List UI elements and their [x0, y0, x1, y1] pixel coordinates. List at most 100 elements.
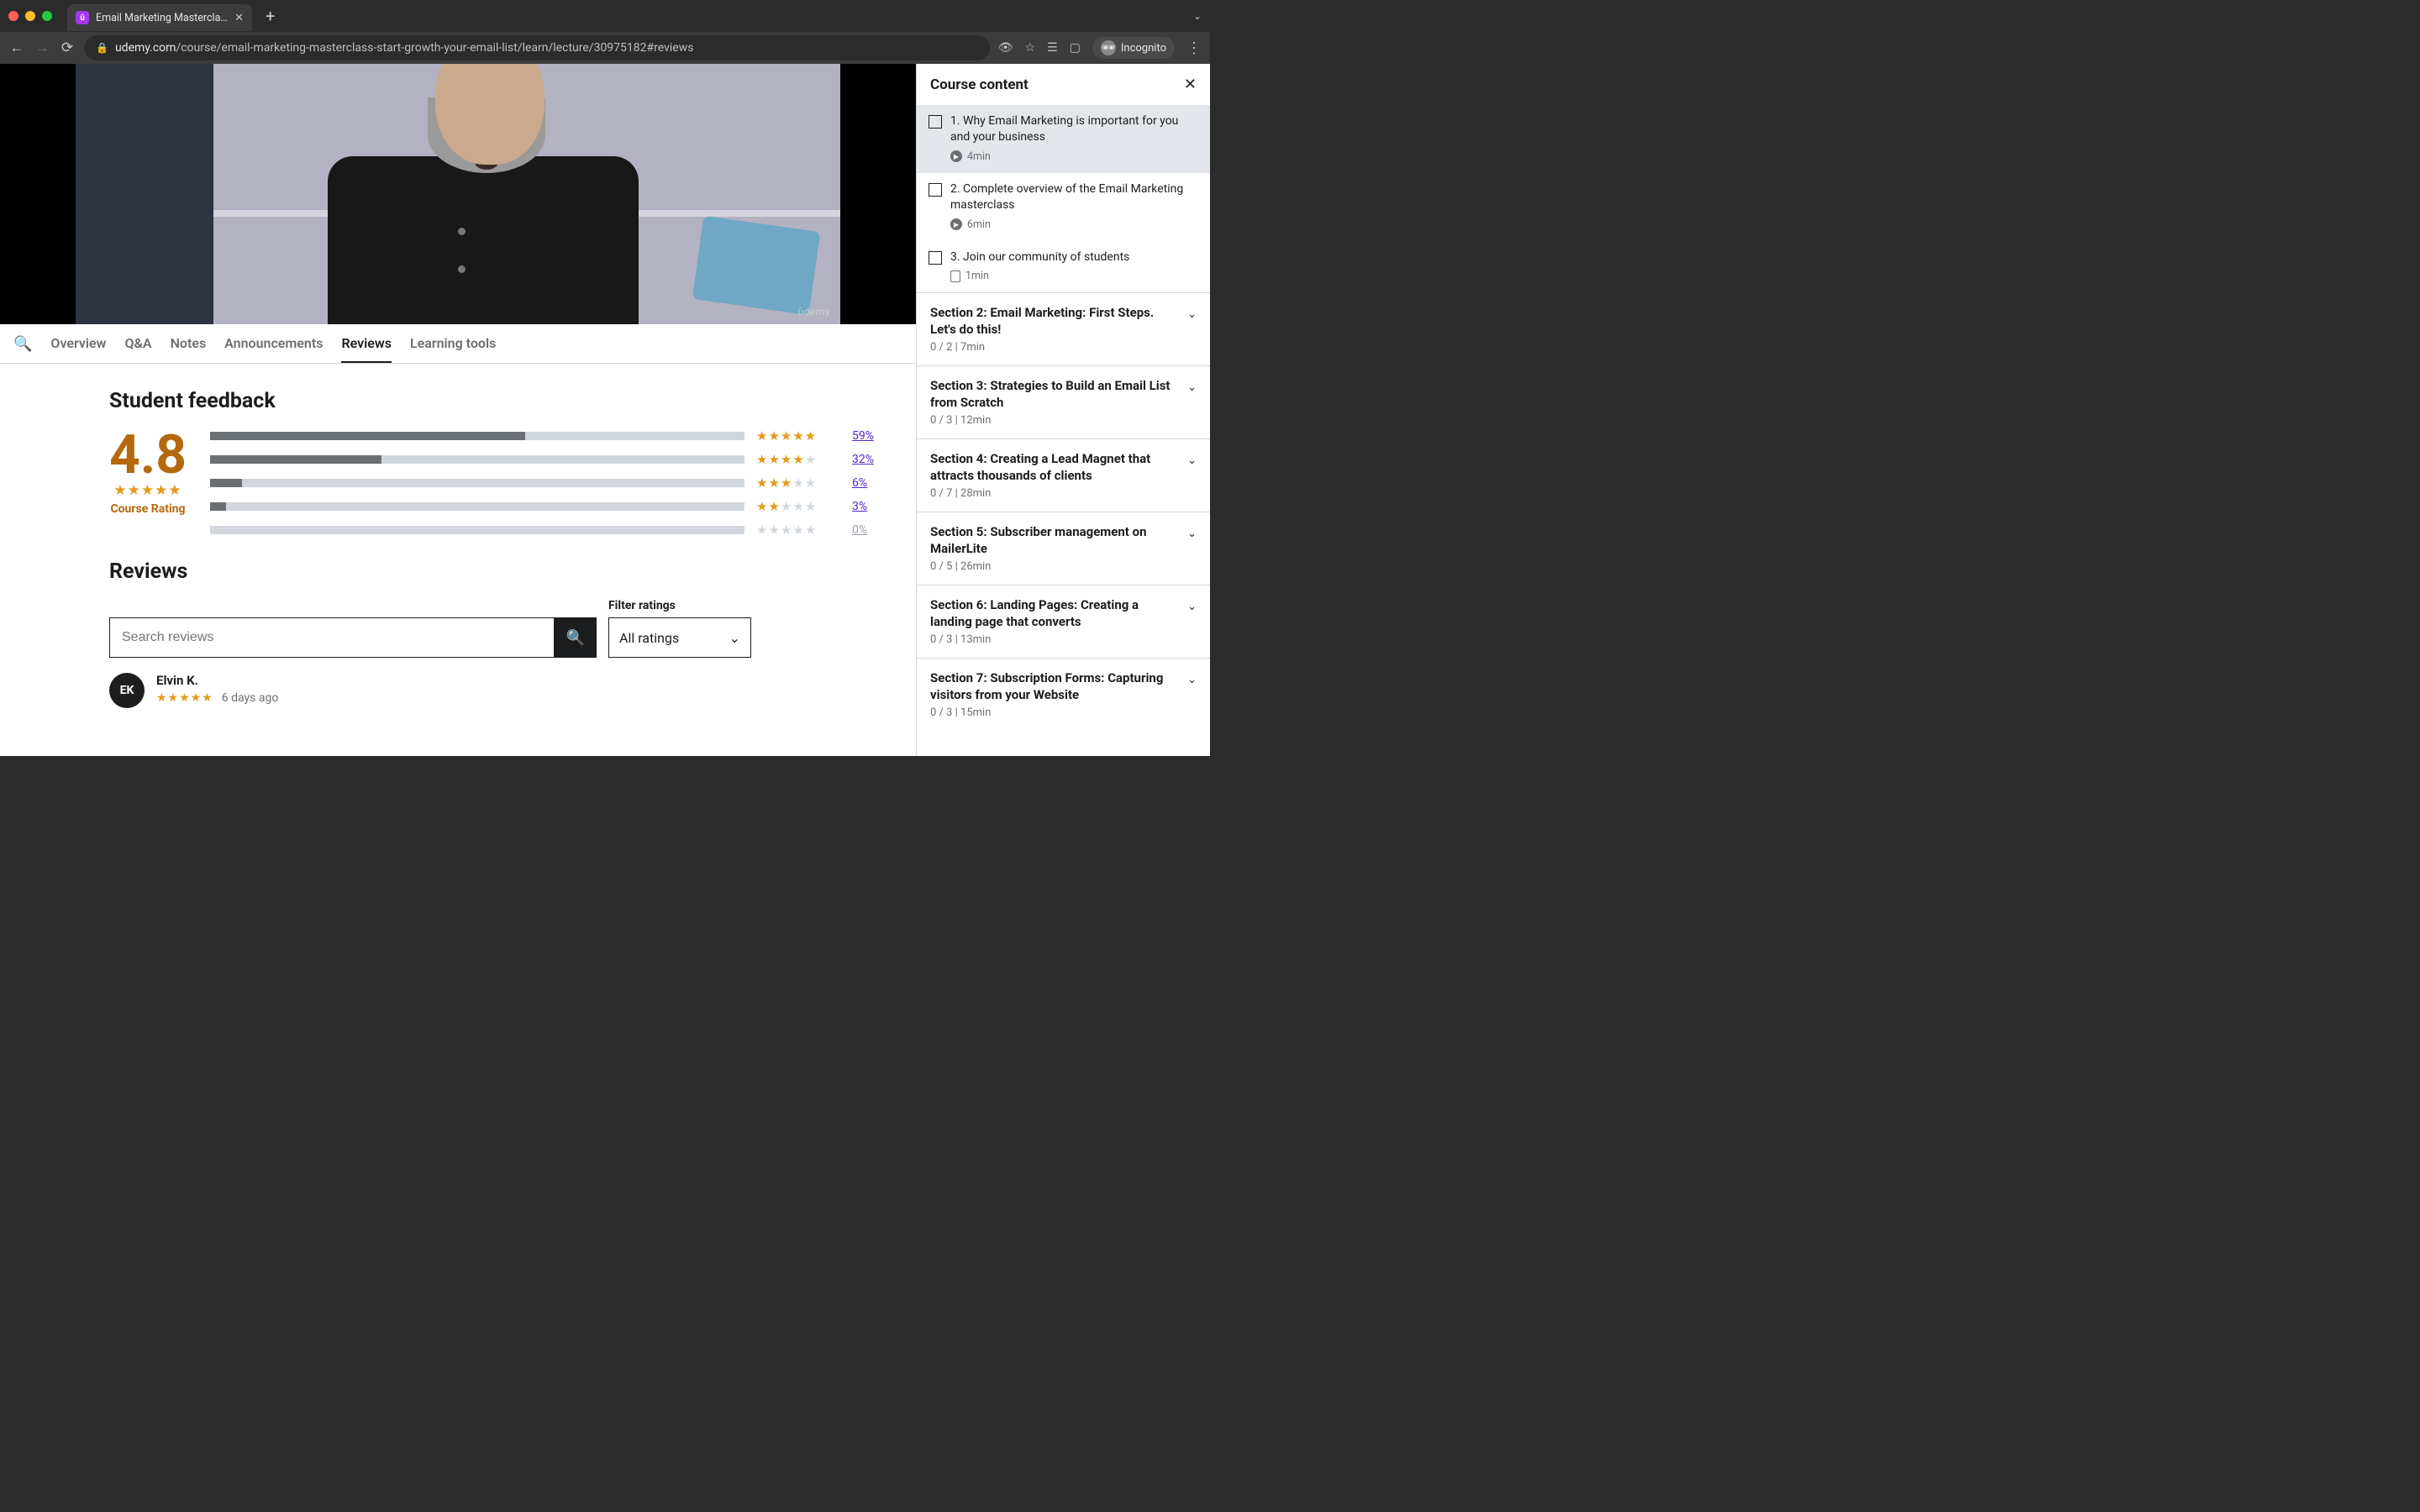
rating-bar-pct[interactable]: 32% — [852, 453, 882, 466]
section-meta: 0 / 3 | 15min — [930, 706, 1179, 719]
sidebar-title: Course content — [930, 76, 1028, 93]
section-item[interactable]: Section 4: Creating a Lead Magnet that a… — [917, 438, 1210, 512]
video-frame: ûdemy — [76, 64, 840, 324]
rating-bar-row[interactable]: ★★★★★6% — [210, 475, 882, 491]
section-meta: 0 / 7 | 28min — [930, 487, 1179, 500]
tab-notes[interactable]: Notes — [171, 325, 207, 363]
side-panel-icon[interactable]: ▢ — [1070, 41, 1081, 55]
window-maximize-icon[interactable] — [42, 11, 52, 21]
tab-learning-tools[interactable]: Learning tools — [410, 325, 496, 363]
page-content: ûdemy 🔍 Overview Q&A Notes Announcements… — [0, 64, 1210, 756]
rating-bar-pct[interactable]: 0% — [852, 523, 882, 537]
lesson-meta: 1min — [929, 270, 1198, 282]
section-item[interactable]: Section 6: Landing Pages: Creating a lan… — [917, 585, 1210, 658]
window-controls — [8, 11, 52, 21]
incognito-label: Incognito — [1121, 42, 1166, 55]
rating-label: Course Rating — [109, 502, 187, 516]
reviews-panel: Student feedback 4.8 ★★★★★ Course Rating… — [0, 364, 916, 708]
close-icon[interactable]: ✕ — [1184, 76, 1197, 93]
forward-button[interactable]: → — [34, 39, 50, 56]
tab-title: Email Marketing Masterclass: — [96, 12, 228, 24]
window-close-icon[interactable] — [8, 11, 18, 21]
rating-bar-fill — [210, 455, 381, 464]
video-watermark: ûdemy — [798, 306, 830, 318]
browser-chrome: û Email Marketing Masterclass: ✕ + ⌄ ← →… — [0, 0, 1210, 64]
new-tab-button[interactable]: + — [259, 6, 281, 26]
rating-bar-row[interactable]: ★★★★★0% — [210, 522, 882, 538]
window-minimize-icon[interactable] — [25, 11, 35, 21]
toolbar-right: 👁︎ ☆ ☰ ▢ 🕶 Incognito ⋮ — [998, 37, 1202, 59]
reload-button[interactable]: ⟳ — [59, 39, 76, 56]
rating-stars-icon: ★★★★★ — [109, 482, 187, 499]
rating-bar-pct[interactable]: 3% — [852, 500, 882, 513]
review-search-input[interactable] — [109, 617, 555, 658]
review-body: Elvin K.★★★★★6 days ago — [156, 673, 278, 705]
lesson-title: 1. Why Email Marketing is important for … — [950, 113, 1198, 145]
reading-list-icon[interactable]: ☰ — [1047, 41, 1058, 55]
section-text: Section 6: Landing Pages: Creating a lan… — [930, 597, 1179, 646]
section-title: Section 2: Email Marketing: First Steps.… — [930, 305, 1179, 338]
lesson-item[interactable]: 2. Complete overview of the Email Market… — [917, 173, 1210, 241]
rating-bar-row[interactable]: ★★★★★59% — [210, 428, 882, 444]
section-item[interactable]: Section 5: Subscriber management on Mail… — [917, 512, 1210, 585]
rating-bar-track — [210, 526, 744, 534]
browser-titlebar: û Email Marketing Masterclass: ✕ + ⌄ — [0, 0, 1210, 32]
tab-qa[interactable]: Q&A — [124, 325, 151, 363]
reviews-filter-row: 🔍 Filter ratings All ratings ⌄ — [109, 599, 882, 658]
course-content-sidebar: Course content ✕ 1. Why Email Marketing … — [916, 64, 1210, 756]
section-meta: 0 / 2 | 7min — [930, 341, 1179, 354]
filter-label: Filter ratings — [608, 599, 751, 612]
course-tabs: 🔍 Overview Q&A Notes Announcements Revie… — [0, 324, 916, 364]
lesson-item[interactable]: 3. Join our community of students 1min — [917, 241, 1210, 293]
section-list: Section 2: Email Marketing: First Steps.… — [917, 292, 1210, 731]
rating-bar-pct[interactable]: 59% — [852, 429, 882, 443]
address-bar[interactable]: 🔒 udemy.com/course/email-marketing-maste… — [84, 35, 990, 60]
rating-bar-fill — [210, 432, 525, 440]
rating-bar-pct[interactable]: 6% — [852, 476, 882, 490]
checkbox-icon[interactable] — [929, 115, 942, 129]
section-title: Section 7: Subscription Forms: Capturing… — [930, 670, 1179, 703]
search-icon: 🔍 — [566, 629, 585, 647]
lesson-title: 3. Join our community of students — [950, 249, 1129, 265]
section-title: Section 5: Subscriber management on Mail… — [930, 524, 1179, 557]
video-player[interactable]: ûdemy — [0, 64, 916, 324]
search-icon[interactable]: 🔍 — [13, 335, 32, 353]
eye-off-icon[interactable]: 👁︎ — [998, 41, 1013, 55]
bookmark-star-icon[interactable]: ☆ — [1025, 41, 1036, 55]
tab-favicon-icon: û — [76, 11, 89, 24]
tab-overview[interactable]: Overview — [50, 325, 106, 363]
back-button[interactable]: ← — [8, 39, 25, 56]
section-item[interactable]: Section 2: Email Marketing: First Steps.… — [917, 292, 1210, 365]
lesson-item[interactable]: 1. Why Email Marketing is important for … — [917, 105, 1210, 173]
rating-bar-stars-icon: ★★★★★ — [756, 499, 840, 514]
checkbox-icon[interactable] — [929, 251, 942, 265]
section-item[interactable]: Section 7: Subscription Forms: Capturing… — [917, 658, 1210, 731]
browser-tab[interactable]: û Email Marketing Masterclass: ✕ — [67, 4, 252, 31]
lesson-meta: ▶6min — [929, 218, 1198, 231]
rating-bar-row[interactable]: ★★★★★ 3% — [210, 499, 882, 514]
chevron-down-icon: ⌄ — [1187, 308, 1197, 321]
rating-value: 4.8 — [109, 428, 187, 482]
browser-menu-icon[interactable]: ⋮ — [1186, 39, 1202, 57]
lesson-meta: ▶4min — [929, 150, 1198, 163]
review-search-button[interactable]: 🔍 — [555, 617, 597, 658]
tab-announcements[interactable]: Announcements — [224, 325, 323, 363]
incognito-icon: 🕶 — [1101, 40, 1116, 55]
section-text: Section 5: Subscriber management on Mail… — [930, 524, 1179, 573]
review-meta: ★★★★★6 days ago — [156, 691, 278, 705]
tabs-overflow-icon[interactable]: ⌄ — [1193, 10, 1202, 22]
lock-icon: 🔒 — [96, 42, 108, 54]
main-column: ûdemy 🔍 Overview Q&A Notes Announcements… — [0, 64, 916, 756]
section-item[interactable]: Section 3: Strategies to Build an Email … — [917, 365, 1210, 438]
rating-bar-row[interactable]: ★★★★★32% — [210, 452, 882, 467]
incognito-indicator[interactable]: 🕶 Incognito — [1092, 37, 1175, 59]
chevron-down-icon: ⌄ — [1187, 454, 1197, 467]
section-text: Section 2: Email Marketing: First Steps.… — [930, 305, 1179, 354]
rating-bar-track — [210, 455, 744, 464]
review-list: EKElvin K.★★★★★6 days ago — [109, 673, 882, 708]
tab-reviews[interactable]: Reviews — [341, 325, 392, 363]
filter-ratings-select[interactable]: All ratings ⌄ — [608, 617, 751, 658]
tab-close-icon[interactable]: ✕ — [234, 12, 244, 24]
checkbox-icon[interactable] — [929, 183, 942, 197]
rating-bar-fill — [210, 479, 242, 487]
